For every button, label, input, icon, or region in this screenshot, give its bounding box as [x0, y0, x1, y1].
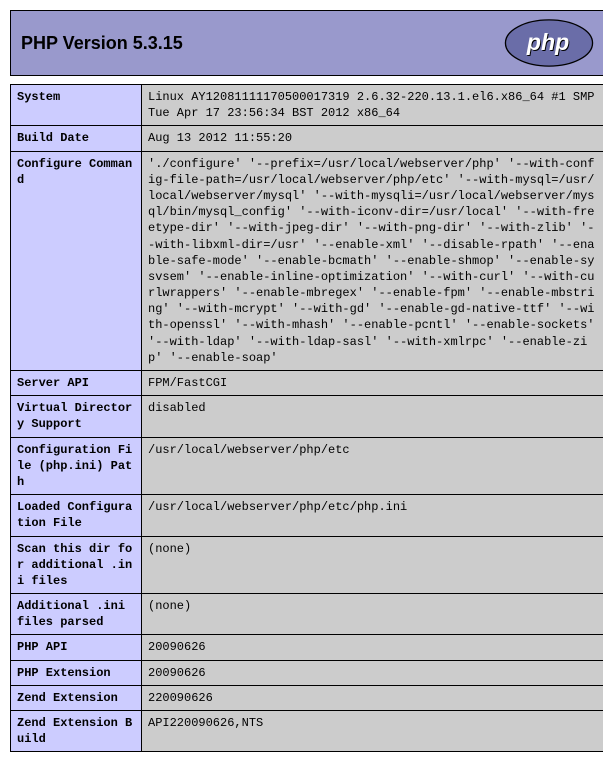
- info-value: 20090626: [142, 660, 603, 685]
- info-key: Build Date: [11, 126, 142, 151]
- info-value: FPM/FastCGI: [142, 371, 603, 396]
- info-key: Virtual Directory Support: [11, 396, 142, 437]
- table-row: Zend Extension220090626: [11, 685, 603, 710]
- php-logo-icon: php php: [504, 19, 594, 67]
- info-value: API220090626,NTS: [142, 711, 603, 752]
- info-value: Aug 13 2012 11:55:20: [142, 126, 603, 151]
- info-key: PHP Extension: [11, 660, 142, 685]
- info-key: PHP API: [11, 635, 142, 660]
- table-row: Scan this dir for additional .ini files(…: [11, 536, 603, 594]
- info-key: Zend Extension: [11, 685, 142, 710]
- table-row: Build DateAug 13 2012 11:55:20: [11, 126, 603, 151]
- info-key: Configure Command: [11, 151, 142, 370]
- info-key: Loaded Configuration File: [11, 495, 142, 536]
- info-value: (none): [142, 594, 603, 635]
- info-key: System: [11, 85, 142, 126]
- info-value: (none): [142, 536, 603, 594]
- info-value: 20090626: [142, 635, 603, 660]
- header: PHP Version 5.3.15 php php: [10, 10, 603, 76]
- table-row: PHP Extension20090626: [11, 660, 603, 685]
- info-value: /usr/local/webserver/php/etc: [142, 437, 603, 495]
- table-row: SystemLinux AY12081111170500017319 2.6.3…: [11, 85, 603, 126]
- svg-text:php: php: [526, 29, 569, 55]
- info-value: 220090626: [142, 685, 603, 710]
- info-value: './configure' '--prefix=/usr/local/webse…: [142, 151, 603, 370]
- info-key: Configuration File (php.ini) Path: [11, 437, 142, 495]
- page-title: PHP Version 5.3.15: [21, 33, 183, 54]
- table-row: Server APIFPM/FastCGI: [11, 371, 603, 396]
- info-value: disabled: [142, 396, 603, 437]
- info-key: Zend Extension Build: [11, 711, 142, 752]
- info-value: Linux AY12081111170500017319 2.6.32-220.…: [142, 85, 603, 126]
- table-row: Additional .ini files parsed(none): [11, 594, 603, 635]
- table-row: PHP API20090626: [11, 635, 603, 660]
- info-value: /usr/local/webserver/php/etc/php.ini: [142, 495, 603, 536]
- table-row: Virtual Directory Supportdisabled: [11, 396, 603, 437]
- info-key: Scan this dir for additional .ini files: [11, 536, 142, 594]
- info-key: Additional .ini files parsed: [11, 594, 142, 635]
- info-table: SystemLinux AY12081111170500017319 2.6.3…: [10, 84, 603, 752]
- table-row: Zend Extension BuildAPI220090626,NTS: [11, 711, 603, 752]
- table-row: Loaded Configuration File/usr/local/webs…: [11, 495, 603, 536]
- phpinfo-page: PHP Version 5.3.15 php php SystemLinux A…: [10, 10, 603, 752]
- info-key: Server API: [11, 371, 142, 396]
- table-row: Configuration File (php.ini) Path/usr/lo…: [11, 437, 603, 495]
- table-row: Configure Command'./configure' '--prefix…: [11, 151, 603, 370]
